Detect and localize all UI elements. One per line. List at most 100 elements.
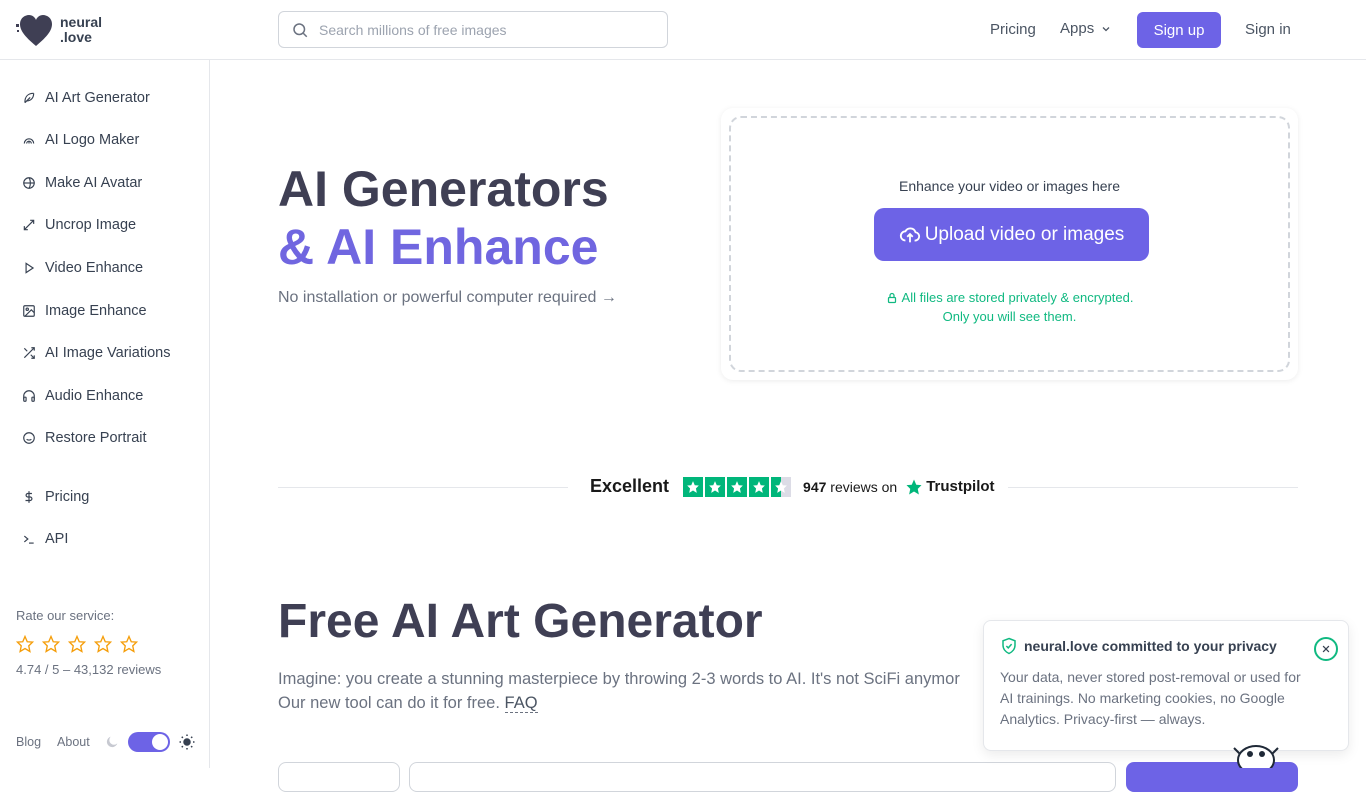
shuffle-icon [23,347,35,359]
star-icon[interactable] [42,635,60,653]
sidebar-item-label: AI Image Variations [45,345,171,361]
play-icon [25,262,35,274]
nav-pricing-link[interactable]: Pricing [990,21,1036,38]
sidebar-footer: Blog About [16,732,196,752]
hero-subtitle-link[interactable]: No installation or powerful computer req… [278,289,617,307]
toast-title: neural.love committed to your privacy [1000,637,1277,655]
smile-icon [23,432,35,444]
sidebar-item-label: Make AI Avatar [45,175,143,191]
art-section-text: Imagine: you create a stunning masterpie… [278,667,998,715]
feather-icon [24,92,35,104]
logo-line1: neural [60,14,103,30]
trustpilot-star-icon [683,476,704,497]
logo-text: neural .love [60,15,102,45]
trustpilot-star-logo-icon [906,479,922,494]
upload-prompt: Enhance your video or images here [898,178,1121,194]
trustpilot-reviews-on: reviews on [830,478,898,495]
trustpilot-rating-word: Excellent [590,476,670,496]
privacy-note: All files are stored privately & encrypt… [731,288,1288,326]
art-section-title: Free AI Art Generator [278,595,763,648]
rating-score: 4.74 / 5 – 43,132 reviews [16,662,162,677]
expand-icon [23,219,35,231]
lock-icon [887,292,896,303]
sidebar-item-ai-image-variations[interactable]: AI Image Variations [22,345,170,361]
heart-logo-icon [16,15,52,46]
terminal-icon [23,535,34,544]
sidebar-item-image-enhance[interactable]: Image Enhance [22,303,147,319]
hero-title-line2: & AI Enhance [278,219,599,275]
sidebar-item-label: Pricing [45,489,90,505]
divider-right [1008,487,1298,488]
star-icon[interactable] [120,635,138,653]
toast-body: Your data, never stored post-removal or … [1000,669,1301,727]
star-icon[interactable] [16,635,34,653]
trustpilot-widget[interactable]: Excellent 947 reviews on Trustpilot [278,470,1298,506]
sidebar-item-label: Video Enhance [45,260,144,276]
sidebar-item-label: Image Enhance [45,303,147,319]
sidebar-item-api[interactable]: API [22,531,68,547]
sidebar-item-label: Uncrop Image [45,217,137,233]
sidebar-item-audio-enhance[interactable]: Audio Enhance [22,388,143,404]
sidebar-item-video-enhance[interactable]: Video Enhance [22,260,143,276]
trustpilot-brand: Trustpilot [905,478,995,496]
star-icon[interactable] [94,635,112,653]
blog-link[interactable]: Blog [16,735,41,749]
trustpilot-brand-label: Trustpilot [926,478,995,495]
trustpilot-stars [683,476,792,497]
trustpilot-count-number: 947 [803,478,827,495]
globe-icon [23,177,35,189]
cloud-upload-icon [899,227,920,242]
trustpilot-star-half-icon [771,476,792,497]
sidebar-item-restore-portrait[interactable]: Restore Portrait [22,430,147,446]
hero-title-line1: AI Generators [278,161,609,217]
faq-link[interactable]: FAQ [504,694,538,713]
art-section-text-line2: Our new tool can do it for free. [278,694,500,712]
rating-stars[interactable] [16,635,138,653]
sidebar-item-label: Restore Portrait [45,430,147,446]
sidebar-item-label: AI Art Generator [45,90,150,106]
nav-apps-label: Apps [1060,20,1095,37]
sidebar-item-label: Audio Enhance [45,388,144,404]
style-select[interactable] [278,762,400,792]
dollar-icon [25,491,33,503]
about-link[interactable]: About [57,735,90,749]
close-icon [1322,645,1330,653]
star-icon[interactable] [68,635,86,653]
search-icon [293,22,308,37]
sidebar-item-make-ai-avatar[interactable]: Make AI Avatar [22,175,142,191]
top-bar: neural .love Pricing Apps Sign up Sign i… [0,0,1366,60]
sidebar-item-uncrop-image[interactable]: Uncrop Image [22,217,136,233]
hero-title: AI Generators & AI Enhance [278,160,609,276]
logo[interactable]: neural .love [16,12,102,48]
search-box[interactable] [278,11,668,48]
nav-apps-dropdown[interactable]: Apps [1060,20,1112,37]
trustpilot-star-icon [705,476,726,497]
sidebar-item-pricing[interactable]: Pricing [22,489,89,505]
privacy-line1: All files are stored privately & encrypt… [901,290,1134,305]
sidebar-item-label: API [45,531,69,547]
toast-title-label: neural.love committed to your privacy [1024,638,1277,654]
rate-label: Rate our service: [16,608,115,623]
trustpilot-count: 947 reviews on [803,479,897,495]
upload-dropzone[interactable]: Enhance your video or images here Upload… [729,116,1290,372]
logo-icon [23,138,35,144]
signup-button[interactable]: Sign up [1137,12,1221,48]
sidebar-item-ai-art-generator[interactable]: AI Art Generator [22,90,150,106]
close-toast-button[interactable] [1314,637,1338,661]
sidebar-item-ai-logo-maker[interactable]: AI Logo Maker [22,132,139,148]
prompt-input[interactable] [409,762,1116,792]
logo-line2: .love [60,29,92,45]
shield-check-icon [1002,637,1016,655]
trustpilot-row: Excellent 947 reviews on Trustpilot [590,476,995,497]
trustpilot-star-icon [727,476,748,497]
sun-icon [179,734,195,750]
sidebar-item-label: AI Logo Maker [45,132,140,148]
art-section-text-line1: Imagine: you create a stunning masterpie… [278,670,960,688]
upload-button[interactable]: Upload video or images [874,208,1149,261]
theme-toggle[interactable] [127,732,170,752]
divider-left [278,487,568,488]
image-icon [23,305,35,317]
signin-link[interactable]: Sign in [1245,21,1291,38]
upload-card: Enhance your video or images here Upload… [721,108,1298,380]
search-input[interactable] [319,21,649,38]
